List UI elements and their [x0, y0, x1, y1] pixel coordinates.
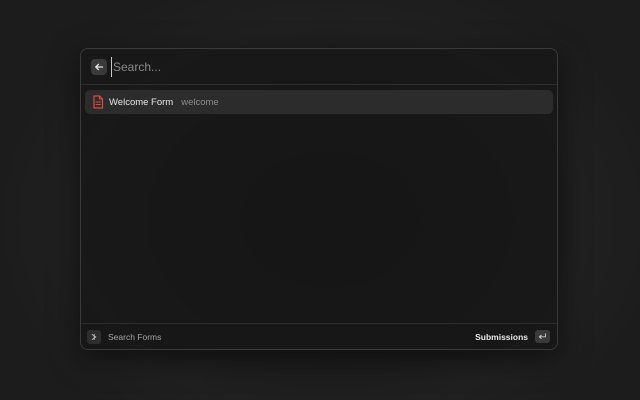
results-list: Welcome Form welcome: [85, 90, 553, 114]
back-button[interactable]: [91, 58, 107, 75]
enter-key-icon[interactable]: [535, 330, 550, 343]
app-logo-icon: [87, 329, 101, 344]
arrow-left-icon: [95, 63, 104, 70]
submissions-action-button[interactable]: Submissions: [475, 332, 528, 342]
search-bar: [81, 49, 557, 85]
footer-bar: Search Forms Submissions: [81, 323, 557, 349]
footer-context-label: Search Forms: [108, 331, 162, 342]
document-icon: [92, 95, 104, 109]
list-item-subtitle: welcome: [181, 96, 219, 108]
command-palette-window: Welcome Form welcome Search Forms Submis…: [80, 48, 558, 350]
list-item-title: Welcome Form: [109, 96, 174, 108]
search-input[interactable]: [111, 56, 557, 77]
list-item[interactable]: Welcome Form welcome: [85, 90, 553, 114]
